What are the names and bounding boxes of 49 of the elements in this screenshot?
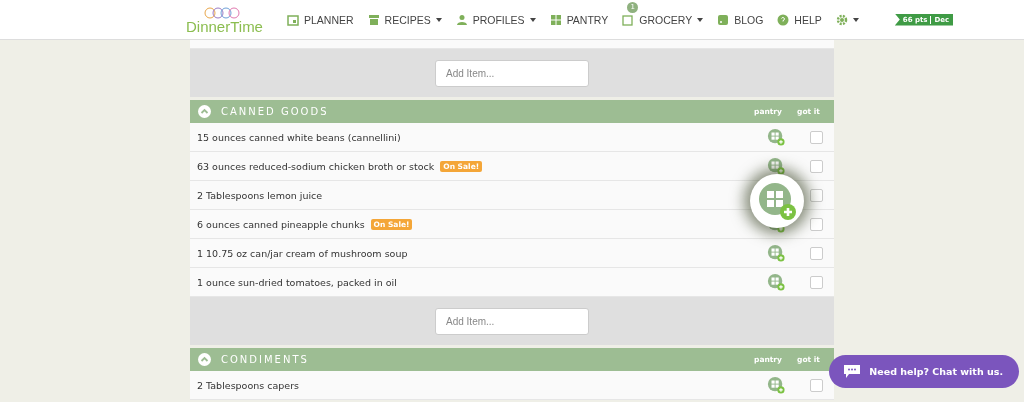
got-it-checkbox[interactable] <box>810 275 823 289</box>
pantry-add-icon[interactable] <box>767 244 785 262</box>
nav-item[interactable]: PLANNER <box>286 13 354 26</box>
got-it-checkbox[interactable] <box>810 130 823 144</box>
pantry-add-icon[interactable] <box>767 128 785 146</box>
box-icon <box>367 13 380 26</box>
caret-icon <box>852 17 859 22</box>
pantry-add-icon[interactable] <box>767 157 785 175</box>
grid-icon <box>549 13 562 26</box>
help-icon <box>777 13 790 26</box>
section-title: CANNED GOODS <box>221 106 330 117</box>
got-it-checkbox[interactable] <box>810 378 823 392</box>
pantry-add-icon[interactable] <box>767 376 785 394</box>
nav-item[interactable]: GROCERY <box>622 13 704 26</box>
got-it-checkbox[interactable] <box>810 246 823 260</box>
caret-icon <box>435 17 442 22</box>
rss-icon <box>717 13 730 26</box>
settings-menu[interactable] <box>835 13 859 26</box>
collapse-icon[interactable] <box>198 105 211 118</box>
got-it-checkbox[interactable] <box>810 159 823 173</box>
logo-text: DinnerTime <box>186 19 263 34</box>
nav-item[interactable]: BLOG <box>717 13 764 26</box>
got-it-checkbox[interactable] <box>810 217 823 231</box>
pantry-add-icon[interactable] <box>757 181 797 221</box>
nav-item[interactable]: RECIPES <box>367 13 442 26</box>
nav-item[interactable]: PANTRY <box>549 13 609 26</box>
add-item-field[interactable]: Add Item... <box>435 307 589 335</box>
item-text: 63 ounces reduced-sodium chicken broth or stock <box>197 160 435 172</box>
settings-icon <box>835 13 848 26</box>
item-text: 15 ounces canned white beans (cannellini) <box>197 131 401 143</box>
chat-button[interactable]: Need help? Chat with us. <box>829 355 1019 388</box>
pantry-add-icon[interactable] <box>767 273 785 291</box>
add-item-field[interactable]: Add Item... <box>435 59 589 87</box>
item-text: 6 ounces canned pineapple chunks <box>197 218 365 230</box>
nav-item[interactable]: PROFILES <box>455 13 536 26</box>
item-text: 2 Tablespoons lemon juice <box>197 189 323 201</box>
collapse-icon[interactable] <box>198 353 211 366</box>
user-icon <box>455 13 468 26</box>
item-text: 1 ounce sun-dried tomatoes, packed in oil <box>197 276 397 288</box>
nav-item[interactable]: HELP <box>777 13 822 26</box>
caret-icon <box>529 17 536 22</box>
calendar-icon <box>286 13 299 26</box>
grocery-icon <box>622 13 635 26</box>
got-it-checkbox[interactable] <box>810 188 823 202</box>
item-text: 2 Tablespoons capers <box>197 379 299 391</box>
item-text: 1 10.75 oz can/jar cream of mushroom soup <box>197 247 408 259</box>
caret-icon <box>697 17 704 22</box>
chat-icon <box>843 364 862 379</box>
section-title: CONDIMENTS <box>221 354 310 365</box>
